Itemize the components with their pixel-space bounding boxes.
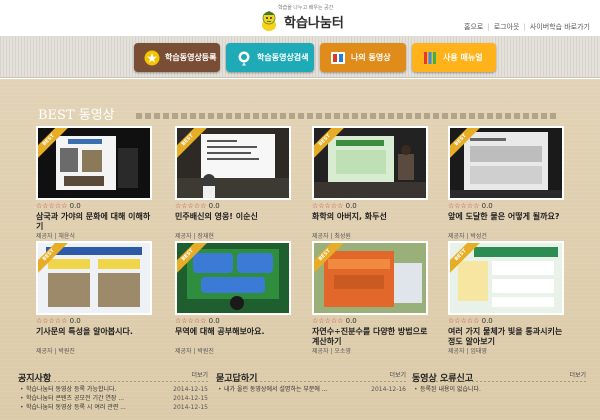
video-card[interactable]: BEST ☆☆☆☆☆ 0.0 민주배신의 영웅! 이순신 제공자 | 장재현	[175, 126, 291, 241]
video-thumbnail[interactable]: BEST	[448, 241, 564, 315]
video-card[interactable]: BEST ☆☆☆☆☆ 0.0 기사문의 특성을 알아봅시다. 제공자 | 박원진	[36, 241, 152, 356]
video-author: 제공자 | 채윤식	[36, 233, 75, 240]
video-rating: ☆☆☆☆☆ 0.0	[448, 202, 564, 211]
video-card[interactable]: BEST ☆☆☆☆☆ 0.0 앞에 도달한 물은 어떻게 될까요? 제공자 | …	[448, 126, 564, 241]
nav-manual-button[interactable]: 사용 매뉴얼	[412, 43, 496, 72]
video-title[interactable]: 민주배신의 영웅! 이순신	[175, 212, 291, 232]
error-report-more-link[interactable]: 더보기	[569, 370, 586, 379]
rating-stars: ☆☆☆☆☆	[36, 202, 68, 210]
video-author: 제공자 | 오소영	[312, 348, 351, 355]
rating-score: 0.0	[208, 317, 220, 325]
pencils-icon	[422, 50, 438, 66]
rating-score: 0.0	[208, 202, 220, 210]
video-card[interactable]: BEST ☆☆☆☆☆ 0.0 무역에 대해 공부해보아요. 제공자 | 박원진	[175, 241, 291, 356]
logo-title: 학습나눔터	[284, 16, 344, 31]
video-card[interactable]: BEST ☆☆☆☆☆ 0.0 여러 가지 물체가 빛을 통과시키는 정도 알아보…	[448, 241, 564, 356]
video-title[interactable]: 화학의 아버지, 화두선	[312, 212, 428, 232]
rating-stars: ☆☆☆☆☆	[36, 317, 68, 325]
video-thumbnail[interactable]: BEST	[312, 126, 428, 200]
star-icon	[144, 50, 160, 66]
top-links: 홈으로 | 로그아웃 | 사이버학습 바로가기	[460, 22, 594, 32]
notice-item[interactable]: 학습나눔터 동영상 등록 가능합니다.2014-12-15	[18, 385, 208, 394]
rating-stars: ☆☆☆☆☆	[448, 317, 480, 325]
video-thumbnail[interactable]: BEST	[448, 126, 564, 200]
video-thumbnail[interactable]: BEST	[312, 241, 428, 315]
video-title[interactable]: 앞에 도달한 물은 어떻게 될까요?	[448, 212, 564, 232]
search-pin-icon	[236, 50, 252, 66]
video-rating: ☆☆☆☆☆ 0.0	[448, 317, 564, 326]
logout-link[interactable]: 로그아웃	[490, 23, 524, 31]
nav-label: 학습동영상검색	[257, 53, 309, 62]
rating-stars: ☆☆☆☆☆	[175, 317, 207, 325]
notice-item[interactable]: 학습나눔터 동영상 등록 시 여러 관련 ...2014-12-15	[18, 403, 208, 412]
qna-item[interactable]: 내가 올린 동영상에서 설명하는 부분에 ...2014-12-16	[216, 385, 406, 394]
error-report-box: 동영상 오류신고 더보기 등록된 내용이 없습니다.	[412, 366, 586, 394]
video-rating: ☆☆☆☆☆ 0.0	[36, 202, 152, 211]
video-title[interactable]: 여러 가지 물체가 빛을 통과시키는 정도 알아보기	[448, 327, 564, 347]
error-report-title: 동영상 오류신고	[412, 374, 474, 384]
video-title[interactable]: 무역에 대해 공부해보아요.	[175, 327, 291, 347]
video-card[interactable]: BEST ☆☆☆☆☆ 0.0 자연수÷진분수를 다양한 방법으로 계산하기 제공…	[312, 241, 428, 356]
title-divider	[136, 113, 556, 119]
home-link[interactable]: 홈으로	[460, 23, 487, 31]
nav-my-videos-button[interactable]: 나의 동영상	[320, 43, 406, 72]
video-title[interactable]: 기사문의 특성을 알아봅시다.	[36, 327, 152, 347]
nav-search-video-button[interactable]: 학습동영상검색	[226, 43, 314, 72]
video-rating: ☆☆☆☆☆ 0.0	[175, 202, 291, 211]
video-rating: ☆☆☆☆☆ 0.0	[36, 317, 152, 326]
nav-label: 나의 동영상	[351, 53, 391, 62]
rating-score: 0.0	[481, 317, 493, 325]
site-logo[interactable]: 학습을 나누고 배우는 공간 학습나눔터	[258, 4, 398, 34]
nav-register-video-button[interactable]: 학습동영상등록	[134, 43, 220, 72]
video-author: 제공자 | 최성원	[312, 233, 351, 240]
video-rating: ☆☆☆☆☆ 0.0	[175, 317, 291, 326]
error-report-header: 동영상 오류신고 더보기	[412, 366, 586, 384]
qna-title: 묻고답하기	[216, 374, 258, 384]
rating-score: 0.0	[345, 202, 357, 210]
video-author: 제공자 | 임태영	[448, 348, 487, 355]
main-nav: 학습동영상등록 학습동영상검색 나의 동영상 사용 매뉴얼	[0, 36, 600, 78]
notice-title: 공지사항	[18, 374, 52, 384]
logo-tagline: 학습을 나누고 배우는 공간	[278, 5, 334, 11]
video-author: 제공자 | 박원진	[175, 348, 214, 355]
notice-item[interactable]: 학습나눔터 콘텐츠 공모전 기간 연장 ...2014-12-15	[18, 394, 208, 403]
film-icon	[330, 50, 346, 66]
notice-more-link[interactable]: 더보기	[191, 370, 208, 379]
video-title[interactable]: 자연수÷진분수를 다양한 방법으로 계산하기	[312, 327, 428, 347]
video-thumbnail[interactable]: BEST	[36, 241, 152, 315]
video-card[interactable]: BEST ☆☆☆☆☆ 0.0 화학의 아버지, 화두선 제공자 | 최성원	[312, 126, 428, 241]
video-author: 제공자 | 박성건	[448, 233, 487, 240]
rating-score: 0.0	[345, 317, 357, 325]
qna-header: 묻고답하기 더보기	[216, 366, 406, 384]
video-author: 제공자 | 박원진	[36, 348, 75, 355]
mascot-logo-icon	[262, 11, 276, 31]
qna-box: 묻고답하기 더보기 내가 올린 동영상에서 설명하는 부분에 ...2014-1…	[216, 366, 406, 394]
best-videos-title: BEST 동영상	[38, 108, 115, 123]
cyber-learning-link[interactable]: 사이버학습 바로가기	[526, 23, 594, 31]
video-thumbnail[interactable]: BEST	[175, 241, 291, 315]
notice-box: 공지사항 더보기 학습나눔터 동영상 등록 가능합니다.2014-12-15 학…	[18, 366, 208, 412]
qna-more-link[interactable]: 더보기	[389, 370, 406, 379]
nav-label: 사용 매뉴얼	[443, 53, 483, 62]
rating-stars: ☆☆☆☆☆	[312, 202, 344, 210]
video-title[interactable]: 삼국과 가야의 문화에 대해 이해하기	[36, 212, 152, 232]
video-thumbnail[interactable]: BEST	[36, 126, 152, 200]
video-author: 제공자 | 장재현	[175, 233, 214, 240]
rating-score: 0.0	[69, 202, 81, 210]
rating-score: 0.0	[69, 317, 81, 325]
video-card[interactable]: BEST ☆☆☆☆☆ 0.0 삼국과 가야의 문화에 대해 이해하기 제공자 |…	[36, 126, 152, 241]
rating-stars: ☆☆☆☆☆	[448, 202, 480, 210]
video-rating: ☆☆☆☆☆ 0.0	[312, 317, 428, 326]
error-report-item: 등록된 내용이 없습니다.	[412, 385, 586, 394]
video-thumbnail[interactable]: BEST	[175, 126, 291, 200]
nav-label: 학습동영상등록	[165, 53, 217, 62]
rating-stars: ☆☆☆☆☆	[312, 317, 344, 325]
notice-header: 공지사항 더보기	[18, 366, 208, 384]
site-header: 학습을 나누고 배우는 공간 학습나눔터 홈으로 | 로그아웃 | 사이버학습 바로가기	[0, 0, 600, 36]
video-rating: ☆☆☆☆☆ 0.0	[312, 202, 428, 211]
rating-score: 0.0	[481, 202, 493, 210]
rating-stars: ☆☆☆☆☆	[175, 202, 207, 210]
